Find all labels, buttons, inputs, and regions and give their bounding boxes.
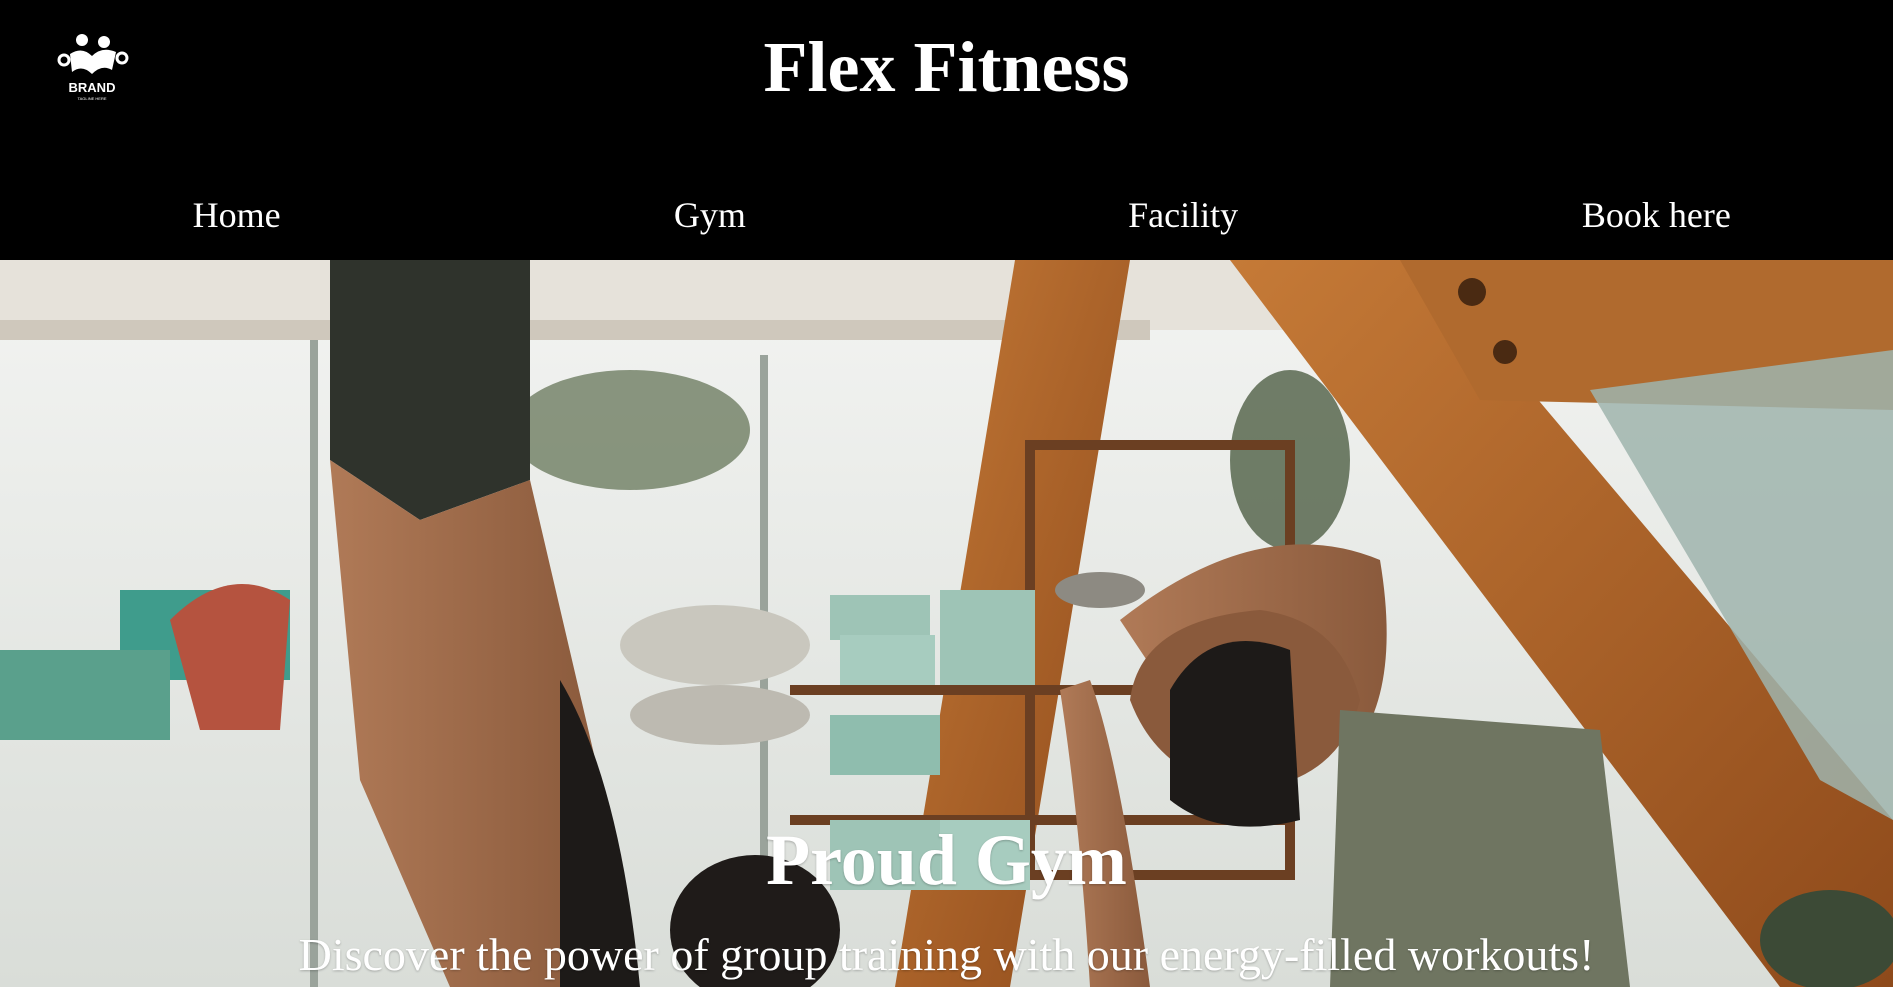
- hero-heading: Proud Gym: [766, 820, 1127, 900]
- hero-subheading: Discover the power of group training wit…: [298, 929, 1595, 980]
- main-nav: Home Gym Facility Book here: [0, 185, 1893, 245]
- hero-section: Proud Gym Discover the power of group tr…: [0, 260, 1893, 987]
- nav-home[interactable]: Home: [0, 185, 473, 245]
- site-title: Flex Fitness: [763, 27, 1130, 107]
- nav-gym[interactable]: Gym: [473, 185, 946, 245]
- nav-facility[interactable]: Facility: [947, 185, 1420, 245]
- nav-book-here[interactable]: Book here: [1420, 185, 1893, 245]
- site-header: BRAND TAGLINE HERE Flex Fitness Home Gym…: [0, 0, 1893, 260]
